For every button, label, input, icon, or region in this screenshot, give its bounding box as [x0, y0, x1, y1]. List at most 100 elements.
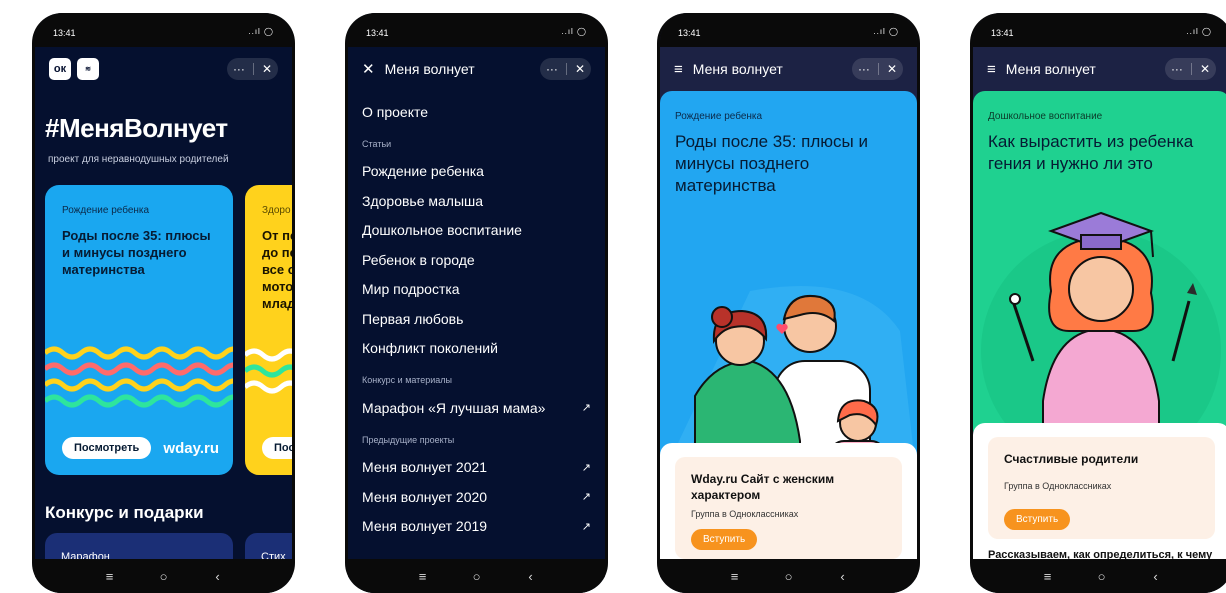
- brand-logo: wday.ru: [163, 440, 219, 457]
- back-icon[interactable]: ‹: [212, 569, 224, 584]
- status-icons: ..ıl ◯: [1186, 27, 1212, 36]
- home-icon[interactable]: ○: [783, 569, 795, 584]
- back-icon[interactable]: ‹: [837, 569, 849, 584]
- status-time: 13:41: [366, 28, 389, 38]
- hamburger-menu-icon[interactable]: ≡: [987, 61, 996, 78]
- bottom-sheet: Счастливые родители Группа в Одноклассни…: [973, 423, 1226, 563]
- recent-apps-icon[interactable]: ≡: [417, 569, 429, 584]
- home-screen: 13:41 ..ıl ◯ ок ≋ ··· ✕ #МеняВолнует проек…: [35, 13, 292, 593]
- status-time: 13:41: [53, 28, 76, 38]
- close-icon[interactable]: ✕: [575, 62, 585, 76]
- menu-group-label: Предыдущие проекты: [362, 434, 455, 445]
- home-icon[interactable]: ○: [158, 569, 170, 584]
- menu-item-label: Марафон «Я лучшая мама»: [362, 399, 546, 416]
- status-bar: 13:41 ..ıl ◯: [35, 13, 292, 47]
- more-icon[interactable]: ···: [858, 62, 870, 76]
- close-menu-icon[interactable]: ✕: [362, 60, 375, 78]
- menu-item-external[interactable]: Меня волнует 2021 ↗: [362, 453, 591, 483]
- external-link-icon: ↗: [581, 520, 591, 533]
- back-icon[interactable]: ‹: [525, 569, 537, 584]
- mini-app-controls: ··· ✕: [226, 58, 278, 80]
- back-icon[interactable]: ‹: [1150, 569, 1162, 584]
- status-bar: 13:41 ..ıl ◯: [660, 13, 917, 47]
- promo-subtitle: Группа в Одноклассниках: [691, 509, 799, 519]
- card-category: Здоро: [262, 205, 291, 216]
- menu-item-label: Мир подростка: [362, 281, 460, 298]
- menu-item-external[interactable]: Меня волнует 2019 ↗: [362, 512, 591, 542]
- group-promo-card[interactable]: Wday.ru Сайт с женским характером Группа…: [675, 457, 902, 559]
- menu-item[interactable]: Конфликт поколений: [362, 334, 591, 364]
- menu-item-external[interactable]: Меня волнует 2020 ↗: [362, 482, 591, 512]
- top-bar: ✕ Меня волнует ··· ✕: [348, 47, 605, 91]
- status-icons: ..ıl ◯: [561, 27, 587, 36]
- app-title: Меня волнует: [384, 61, 475, 77]
- article-screen: 13:41 ..ıl ◯ ≡ Меня волнует ··· ✕ Дошкольн…: [973, 13, 1226, 593]
- card-headline: От пе до пе все о мотор младо: [262, 228, 292, 311]
- menu-item-label: Меня волнует 2020: [362, 488, 488, 505]
- menu-item-label: О проекте: [362, 103, 429, 120]
- wave-pattern-icon: [245, 348, 292, 394]
- status-icons: ..ıl ◯: [248, 27, 274, 36]
- close-icon[interactable]: ✕: [262, 62, 272, 76]
- system-nav-bar: ≡ ○ ‹: [973, 559, 1226, 593]
- home-icon[interactable]: ○: [471, 569, 483, 584]
- menu-item[interactable]: Рождение ребенка: [362, 157, 591, 187]
- external-link-icon: ↗: [581, 461, 591, 474]
- menu-item[interactable]: Первая любовь: [362, 304, 591, 334]
- promo-title: Счастливые родители: [1004, 452, 1139, 466]
- close-icon[interactable]: ✕: [887, 62, 897, 76]
- article-card[interactable]: Рождение ребенка Роды после 35: плюсы и …: [45, 185, 233, 475]
- menu-item-label: Первая любовь: [362, 310, 464, 327]
- status-bar: 13:41 ..ıl ◯: [973, 13, 1226, 47]
- menu-item-about[interactable]: О проекте: [362, 97, 591, 127]
- view-button[interactable]: Посм: [262, 437, 292, 459]
- external-link-icon: ↗: [581, 402, 591, 415]
- graduate-girl-illustration-icon: [981, 211, 1221, 441]
- view-button[interactable]: Посмотреть: [62, 437, 152, 459]
- top-bar: ≡ Меня волнует ··· ✕: [973, 47, 1226, 91]
- card-category: Рождение ребенка: [62, 205, 150, 216]
- promo-title: Wday.ru Сайт с женским характером: [691, 472, 835, 502]
- recent-apps-icon[interactable]: ≡: [729, 569, 741, 584]
- phone-article: 13:41 ..ıl ◯ ≡ Меня волнует ··· ✕ Дошкольн…: [970, 13, 1226, 593]
- join-button[interactable]: Вступить: [691, 529, 758, 550]
- more-icon[interactable]: ···: [546, 62, 558, 76]
- menu-item-external[interactable]: Марафон «Я лучшая мама» ↗: [362, 393, 591, 423]
- external-link-icon: ↗: [581, 491, 591, 504]
- menu-group-label: Статьи: [362, 138, 392, 149]
- family-illustration-icon: [660, 286, 917, 481]
- recent-apps-icon[interactable]: ≡: [104, 569, 116, 584]
- menu-item[interactable]: Ребенок в городе: [362, 245, 591, 275]
- phone-home: 13:41 ..ıl ◯ ок ≋ ··· ✕ #МеняВолнует проек…: [32, 13, 295, 593]
- recent-apps-icon[interactable]: ≡: [1042, 569, 1054, 584]
- article-hero: Рождение ребенка Роды после 35: плюсы и …: [660, 91, 917, 481]
- status-time: 13:41: [991, 28, 1014, 38]
- hamburger-menu-icon[interactable]: ≡: [674, 61, 683, 78]
- home-icon[interactable]: ○: [1096, 569, 1108, 584]
- more-icon[interactable]: ···: [233, 62, 245, 76]
- mini-app-controls: ··· ✕: [539, 58, 591, 80]
- promo-subtitle: Группа в Одноклассниках: [1004, 481, 1112, 491]
- menu-item[interactable]: Мир подростка: [362, 275, 591, 305]
- system-nav-bar: ≡ ○ ‹: [348, 559, 605, 593]
- menu-item-label: Меня волнует 2019: [362, 518, 488, 535]
- article-card[interactable]: Здоро От пе до пе все о мотор младо Посм: [245, 185, 292, 475]
- join-button[interactable]: Вступить: [1004, 509, 1071, 530]
- close-icon[interactable]: ✕: [1200, 62, 1210, 76]
- app-title: Меня волнует: [1005, 61, 1096, 77]
- top-bar: ок ≋ ··· ✕: [35, 47, 292, 91]
- phone-menu: 13:41 ..ıl ◯ ✕ Меня волнует ··· ✕ О проект…: [345, 13, 608, 593]
- menu-item-label: Конфликт поколений: [362, 340, 498, 357]
- menu-item-label: Меня волнует 2021: [362, 459, 488, 476]
- project-logo-icon: ≋: [77, 58, 99, 80]
- app-title: Меня волнует: [692, 61, 783, 77]
- status-icons: ..ıl ◯: [873, 27, 899, 36]
- menu-item[interactable]: Дошкольное воспитание: [362, 216, 591, 246]
- group-promo-card[interactable]: Счастливые родители Группа в Одноклассни…: [988, 437, 1215, 539]
- wave-pattern-icon: [45, 346, 233, 408]
- status-bar: 13:41 ..ıl ◯: [348, 13, 605, 47]
- menu-item[interactable]: Здоровье малыша: [362, 186, 591, 216]
- more-icon[interactable]: ···: [1171, 62, 1183, 76]
- nav-menu: О проекте Статьи Рождение ребенка Здоров…: [362, 97, 591, 541]
- system-nav-bar: ≡ ○ ‹: [660, 559, 917, 593]
